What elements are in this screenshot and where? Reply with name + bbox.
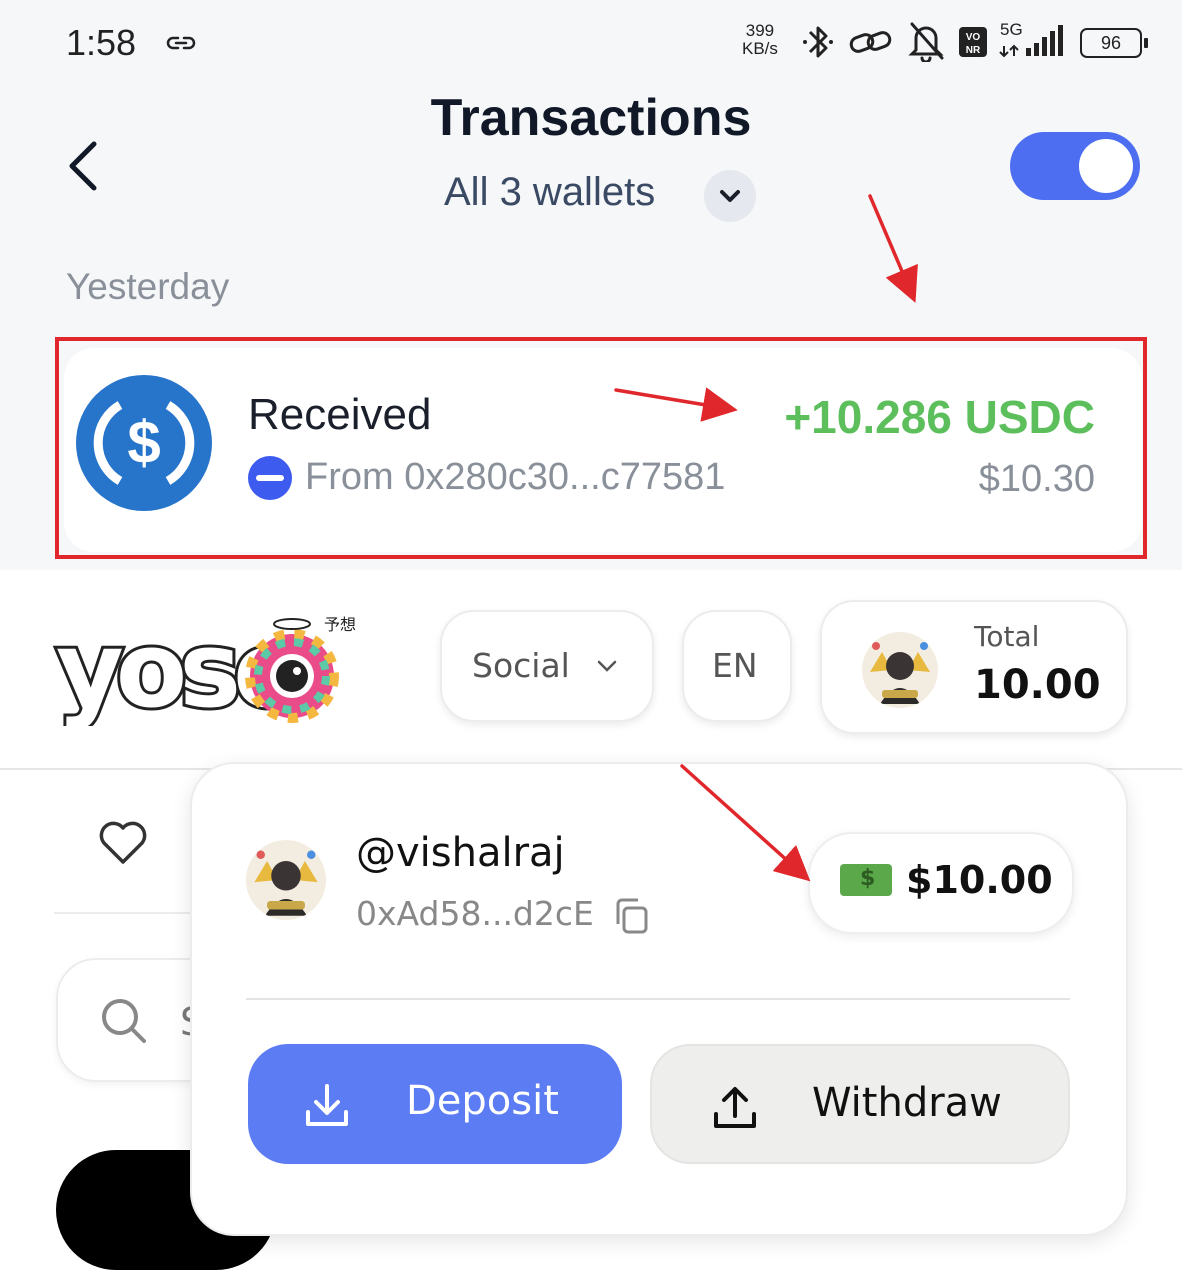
- transaction-type: Received: [248, 390, 432, 439]
- transaction-fiat-value: $10.30: [978, 458, 1095, 500]
- avatar: [862, 632, 938, 708]
- wallet-dropdown-button[interactable]: [704, 170, 756, 222]
- language-button[interactable]: EN: [682, 610, 792, 722]
- total-balance-button[interactable]: Total 10.00: [820, 600, 1128, 734]
- toggle-knob: [1079, 139, 1133, 193]
- username: @vishalraj: [356, 830, 565, 876]
- deposit-button[interactable]: Deposit: [248, 1044, 622, 1164]
- wallet-address: 0xAd58...d2cE: [356, 894, 594, 933]
- yoso-logo: yoso 予想: [53, 606, 356, 726]
- view-toggle[interactable]: [1010, 132, 1140, 200]
- svg-text:$: $: [127, 409, 160, 476]
- popup-divider: [246, 998, 1070, 1000]
- hotspot-icon: [849, 31, 892, 53]
- bluetooth-icon: [803, 26, 833, 58]
- language-label: EN: [712, 646, 758, 685]
- upload-icon: [714, 1087, 756, 1128]
- wallet-balance-button[interactable]: $10.00: [808, 832, 1074, 934]
- withdraw-button[interactable]: Withdraw: [650, 1044, 1070, 1164]
- vonr-icon: VO NR: [959, 27, 987, 57]
- category-dropdown[interactable]: Social: [440, 610, 654, 722]
- svg-text:NR: NR: [966, 45, 981, 56]
- signal-icon: [999, 25, 1063, 58]
- transaction-sender: From 0x280c30...c77581: [305, 456, 726, 498]
- link-icon: [166, 36, 196, 50]
- svg-text:予想: 予想: [324, 615, 356, 634]
- download-icon: [306, 1084, 348, 1126]
- transaction-row[interactable]: [64, 348, 1142, 552]
- transactions-screen: 1:58 399 KB/s VO NR 5G 96 Transactions A…: [0, 0, 1182, 570]
- page-title: Transactions: [430, 89, 752, 147]
- category-label: Social: [472, 646, 570, 685]
- withdraw-label: Withdraw: [812, 1080, 1002, 1126]
- network-speed: 399 KB/s: [742, 21, 778, 58]
- wallet-selector[interactable]: All 3 wallets: [444, 170, 655, 215]
- transaction-amount: +10.286 USDC: [784, 391, 1095, 443]
- total-value: 10.00: [974, 662, 1101, 708]
- svg-text:VO: VO: [966, 32, 981, 43]
- date-section-header: Yesterday: [66, 266, 230, 307]
- status-time: 1:58: [66, 22, 137, 63]
- money-icon: [840, 864, 892, 896]
- chevron-down-icon: [597, 660, 617, 672]
- chevron-down-icon: [720, 190, 740, 202]
- battery-icon: 96: [1080, 28, 1148, 58]
- sender-wallet-icon: [248, 456, 292, 500]
- avatar: [246, 840, 326, 920]
- heart-icon[interactable]: [96, 818, 150, 868]
- divider: [54, 912, 194, 914]
- copy-icon[interactable]: [612, 896, 652, 936]
- deposit-label: Deposit: [406, 1078, 559, 1124]
- total-label: Total: [974, 620, 1040, 653]
- usdc-icon: $: [76, 375, 212, 511]
- mute-icon: [908, 22, 944, 62]
- wallet-balance: $10.00: [906, 858, 1053, 902]
- search-icon: [102, 999, 146, 1043]
